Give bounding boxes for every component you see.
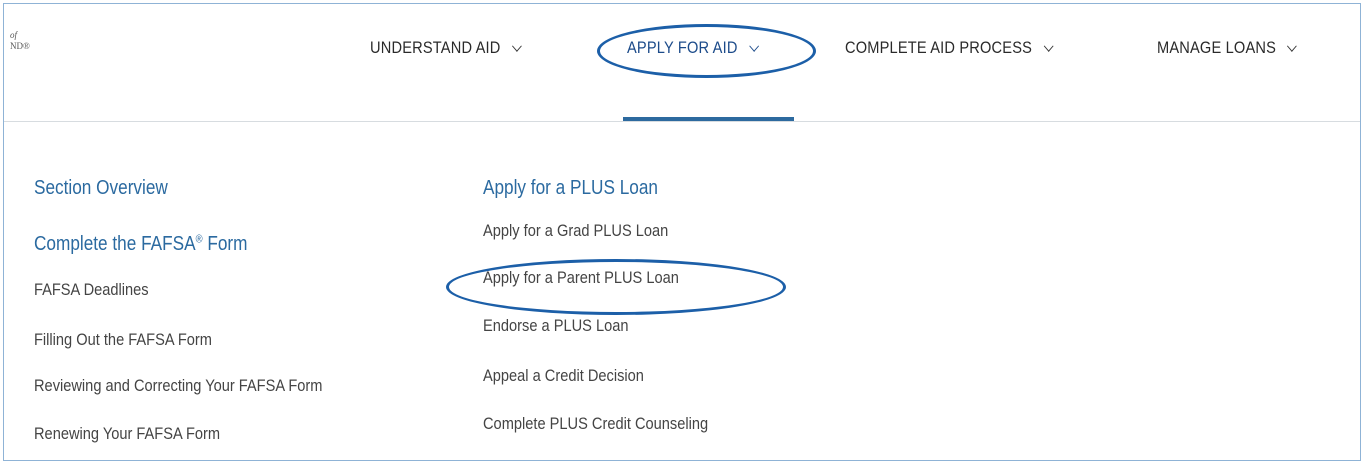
chevron-down-icon — [748, 40, 759, 52]
nav-manage-loans[interactable]: MANAGE LOANS — [1157, 38, 1298, 58]
fafsa-deadlines-link[interactable]: FAFSA Deadlines — [34, 280, 149, 300]
section-overview-link[interactable]: Section Overview — [34, 177, 168, 200]
endorse-plus-loan-link[interactable]: Endorse a PLUS Loan — [483, 316, 628, 336]
nav-label: UNDERSTAND AID — [370, 38, 501, 57]
apply-grad-plus-link[interactable]: Apply for a Grad PLUS Loan — [483, 221, 668, 241]
filling-out-fafsa-link[interactable]: Filling Out the FAFSA Form — [34, 330, 212, 350]
apply-plus-loan-heading-link[interactable]: Apply for a PLUS Loan — [483, 177, 658, 200]
plus-credit-counseling-link[interactable]: Complete PLUS Credit Counseling — [483, 414, 708, 434]
registered-mark: ® — [195, 233, 203, 246]
nav-understand-aid[interactable]: UNDERSTAND AID — [370, 38, 522, 58]
nav-label: COMPLETE AID PROCESS — [845, 38, 1033, 57]
active-tab-indicator — [623, 117, 794, 121]
appeal-credit-decision-link[interactable]: Appeal a Credit Decision — [483, 366, 644, 386]
complete-fafsa-heading-link[interactable]: Complete the FAFSA® Form — [34, 233, 247, 256]
heading-text: Complete the FAFSA — [34, 233, 196, 255]
chevron-down-icon — [511, 40, 522, 52]
nav-label: MANAGE LOANS — [1157, 38, 1277, 57]
apply-parent-plus-link[interactable]: Apply for a Parent PLUS Loan — [483, 268, 679, 288]
main-navigation: UNDERSTAND AID APPLY FOR AID COMPLETE AI… — [4, 4, 1360, 122]
heading-suffix: Form — [202, 233, 248, 255]
nav-apply-for-aid[interactable]: APPLY FOR AID — [627, 38, 759, 58]
nav-label: APPLY FOR AID — [627, 38, 738, 57]
chevron-down-icon — [1043, 40, 1054, 52]
chevron-down-icon — [1287, 40, 1298, 52]
reviewing-correcting-fafsa-link[interactable]: Reviewing and Correcting Your FAFSA Form — [34, 376, 322, 396]
nav-complete-aid-process[interactable]: COMPLETE AID PROCESS — [845, 38, 1054, 58]
renewing-fafsa-link[interactable]: Renewing Your FAFSA Form — [34, 424, 220, 444]
screenshot-frame: of ND® UNDERSTAND AID APPLY FOR AID COMP… — [3, 3, 1361, 461]
